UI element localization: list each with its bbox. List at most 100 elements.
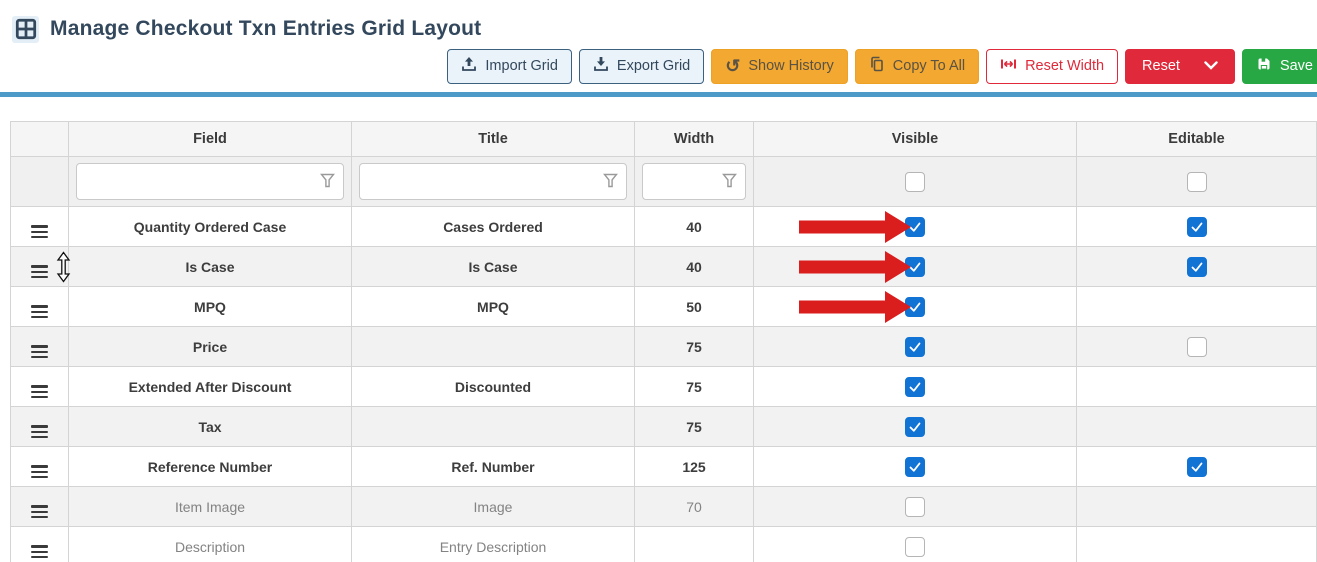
copy-to-all-button[interactable]: Copy To All bbox=[855, 49, 979, 84]
width-cell[interactable]: 50 bbox=[635, 287, 754, 327]
editable-filter-checkbox[interactable] bbox=[1187, 172, 1207, 192]
page-header: Manage Checkout Txn Entries Grid Layout bbox=[0, 0, 1317, 45]
title-cell[interactable]: Entry Description bbox=[352, 527, 635, 562]
drag-handle-icon[interactable] bbox=[31, 385, 48, 398]
drag-handle-icon[interactable] bbox=[31, 465, 48, 478]
visible-checkbox[interactable] bbox=[905, 457, 925, 477]
visible-cell-inner bbox=[754, 487, 1076, 526]
visible-checkbox[interactable] bbox=[905, 497, 925, 517]
title-cell[interactable]: Cases Ordered bbox=[352, 207, 635, 247]
red-arrow-annotation bbox=[799, 251, 911, 283]
page-title: Manage Checkout Txn Entries Grid Layout bbox=[50, 17, 481, 41]
table-row: Item Image Image 70 bbox=[11, 487, 1317, 527]
drag-handle-icon[interactable] bbox=[31, 505, 48, 518]
show-history-button[interactable]: ↺ Show History bbox=[711, 49, 848, 84]
drag-handle-cell bbox=[11, 247, 69, 287]
reset-width-icon bbox=[1000, 56, 1017, 76]
filter-handle-cell bbox=[11, 157, 69, 207]
column-header-title: Title bbox=[352, 122, 635, 157]
field-cell[interactable]: Item Image bbox=[69, 487, 352, 527]
drag-handle-icon[interactable] bbox=[31, 305, 48, 318]
field-cell[interactable]: Description bbox=[69, 527, 352, 562]
width-cell[interactable]: 125 bbox=[635, 447, 754, 487]
width-cell[interactable] bbox=[635, 527, 754, 562]
visible-checkbox[interactable] bbox=[905, 297, 925, 317]
title-cell[interactable]: Image bbox=[352, 487, 635, 527]
visible-checkbox[interactable] bbox=[905, 217, 925, 237]
editable-checkbox[interactable] bbox=[1187, 457, 1207, 477]
title-cell[interactable]: Discounted bbox=[352, 367, 635, 407]
reset-button[interactable]: Reset bbox=[1125, 49, 1235, 84]
show-history-label: Show History bbox=[748, 58, 833, 74]
editable-cell-inner bbox=[1077, 327, 1316, 366]
table-row: Tax 75 bbox=[11, 407, 1317, 447]
copy-to-all-label: Copy To All bbox=[893, 58, 965, 74]
drag-handle-cell bbox=[11, 527, 69, 562]
visible-filter-checkbox[interactable] bbox=[905, 172, 925, 192]
visible-checkbox[interactable] bbox=[905, 537, 925, 557]
drag-handle-icon[interactable] bbox=[31, 545, 48, 558]
title-cell[interactable]: Ref. Number bbox=[352, 447, 635, 487]
drag-handle-cell bbox=[11, 207, 69, 247]
drag-handle-icon[interactable] bbox=[31, 345, 48, 358]
visible-checkbox[interactable] bbox=[905, 257, 925, 277]
save-button[interactable]: Save bbox=[1242, 49, 1317, 84]
reset-width-button[interactable]: Reset Width bbox=[986, 49, 1118, 84]
visible-checkbox[interactable] bbox=[905, 337, 925, 357]
visible-cell-inner bbox=[754, 527, 1076, 562]
reset-width-label: Reset Width bbox=[1025, 58, 1104, 74]
grid-icon bbox=[12, 16, 39, 43]
editable-cell-inner bbox=[1077, 527, 1316, 562]
editable-checkbox[interactable] bbox=[1187, 337, 1207, 357]
visible-cell-inner bbox=[754, 207, 1076, 246]
filter-funnel-icon[interactable] bbox=[603, 173, 618, 190]
width-cell[interactable]: 40 bbox=[635, 207, 754, 247]
field-cell[interactable]: Is Case bbox=[69, 247, 352, 287]
editable-checkbox[interactable] bbox=[1187, 257, 1207, 277]
reset-label: Reset bbox=[1142, 58, 1180, 74]
width-cell[interactable]: 70 bbox=[635, 487, 754, 527]
drag-handle-icon[interactable] bbox=[31, 265, 48, 278]
table-row: Price 75 bbox=[11, 327, 1317, 367]
field-cell[interactable]: Tax bbox=[69, 407, 352, 447]
editable-checkbox[interactable] bbox=[1187, 217, 1207, 237]
width-cell[interactable]: 40 bbox=[635, 247, 754, 287]
width-cell[interactable]: 75 bbox=[635, 327, 754, 367]
title-cell[interactable] bbox=[352, 407, 635, 447]
filter-funnel-icon[interactable] bbox=[722, 173, 737, 190]
field-cell[interactable]: Extended After Discount bbox=[69, 367, 352, 407]
export-grid-button[interactable]: Export Grid bbox=[579, 49, 704, 84]
accent-divider bbox=[0, 92, 1317, 97]
title-cell[interactable] bbox=[352, 327, 635, 367]
field-cell[interactable]: Reference Number bbox=[69, 447, 352, 487]
visible-checkbox[interactable] bbox=[905, 417, 925, 437]
drag-handle-icon[interactable] bbox=[31, 425, 48, 438]
import-grid-button[interactable]: Import Grid bbox=[447, 49, 572, 84]
red-arrow-annotation bbox=[799, 211, 911, 243]
title-filter-input[interactable] bbox=[360, 164, 626, 199]
editable-cell-inner bbox=[1077, 247, 1316, 286]
editable-cell-inner bbox=[1077, 407, 1316, 446]
field-cell[interactable]: Quantity Ordered Case bbox=[69, 207, 352, 247]
copy-icon bbox=[869, 56, 885, 76]
resize-cursor-icon bbox=[56, 251, 71, 282]
visible-checkbox[interactable] bbox=[905, 377, 925, 397]
visible-cell-inner bbox=[754, 447, 1076, 486]
visible-cell-inner bbox=[754, 407, 1076, 446]
filter-funnel-icon[interactable] bbox=[320, 173, 335, 190]
column-header-editable: Editable bbox=[1077, 122, 1317, 157]
chevron-down-icon[interactable] bbox=[1204, 58, 1218, 74]
field-filter-input[interactable] bbox=[77, 164, 343, 199]
field-cell[interactable]: Price bbox=[69, 327, 352, 367]
column-header-width: Width bbox=[635, 122, 754, 157]
drag-handle-icon[interactable] bbox=[31, 225, 48, 238]
export-grid-label: Export Grid bbox=[617, 58, 690, 74]
title-cell[interactable]: MPQ bbox=[352, 287, 635, 327]
import-grid-label: Import Grid bbox=[485, 58, 558, 74]
title-cell[interactable]: Is Case bbox=[352, 247, 635, 287]
field-cell[interactable]: MPQ bbox=[69, 287, 352, 327]
width-cell[interactable]: 75 bbox=[635, 407, 754, 447]
editable-cell-inner bbox=[1077, 207, 1316, 246]
width-cell[interactable]: 75 bbox=[635, 367, 754, 407]
editable-cell-inner bbox=[1077, 447, 1316, 486]
